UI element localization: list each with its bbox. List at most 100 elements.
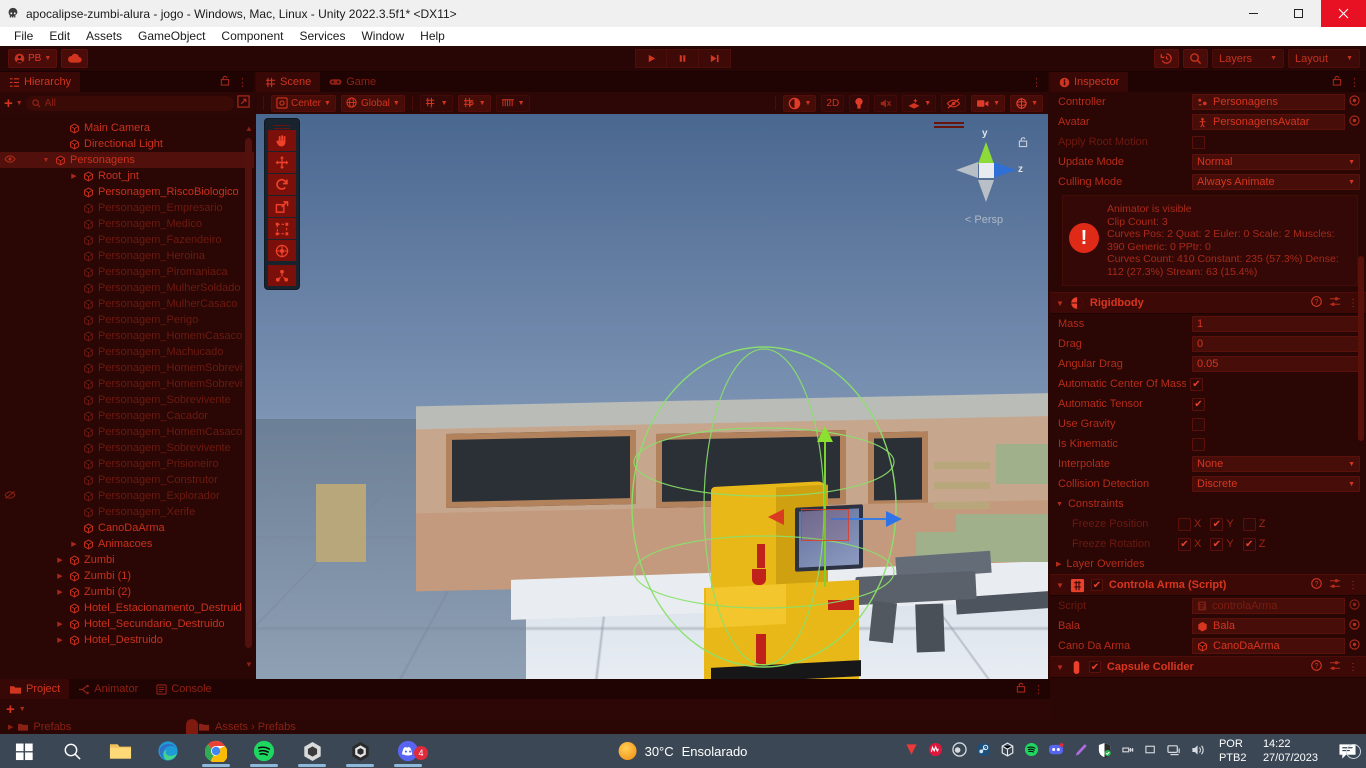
google-chrome-icon[interactable]: [192, 734, 240, 768]
freeze-rotation-z-checkbox[interactable]: ✔: [1242, 537, 1256, 551]
foldout-arrow-icon[interactable]: ▶: [55, 620, 65, 628]
scrollbar-thumb[interactable]: [245, 138, 252, 648]
hierarchy-item[interactable]: Main Camera: [0, 120, 254, 136]
step-button[interactable]: [699, 49, 731, 68]
hierarchy-item[interactable]: Personagem_Empresario: [0, 200, 254, 216]
tab-project[interactable]: Project: [0, 679, 70, 699]
steam-icon[interactable]: [976, 742, 991, 760]
hierarchy-item[interactable]: ▼ Personagens: [0, 152, 254, 168]
rigidbody-component-header[interactable]: ▼ Rigidbody ? ⋮: [1050, 292, 1366, 314]
scene-camera-button[interactable]: ▼: [971, 94, 1006, 112]
hierarchy-item[interactable]: Personagem_Machucado: [0, 344, 254, 360]
gizmos-button[interactable]: ▼: [1010, 94, 1043, 112]
menu-window[interactable]: Window: [353, 27, 412, 46]
hierarchy-item[interactable]: Hotel_Estacionamento_Destruido: [0, 600, 254, 616]
foldout-arrow-icon[interactable]: ▶: [8, 723, 13, 731]
culling-mode-dropdown[interactable]: Always Animate ▼: [1192, 174, 1360, 190]
foldout-arrow-icon[interactable]: ▼: [1056, 581, 1064, 590]
freeze-position-z-checkbox[interactable]: [1242, 517, 1256, 531]
tab-inspector[interactable]: Inspector: [1050, 72, 1129, 92]
scrollbar-thumb[interactable]: [1358, 256, 1364, 441]
menu-gameobject[interactable]: GameObject: [130, 27, 213, 46]
hierarchy-item[interactable]: ▶ Zumbi: [0, 552, 254, 568]
scene-tools-overlay[interactable]: [264, 118, 300, 290]
chevron-down-icon[interactable]: ▼: [16, 100, 23, 107]
hierarchy-item[interactable]: Personagem_Medico: [0, 216, 254, 232]
gizmo-axis-x-handle[interactable]: [886, 511, 902, 527]
pivot-mode-button[interactable]: Center ▼: [271, 94, 336, 112]
hierarchy-item[interactable]: Personagem_Sobrevivente: [0, 440, 254, 456]
hand-tool-icon[interactable]: [268, 130, 296, 151]
layout-dropdown[interactable]: Layout ▼: [1288, 49, 1360, 68]
hierarchy-item[interactable]: Personagem_HomemSobrevivente: [0, 376, 254, 392]
tab-animator[interactable]: Animator: [69, 679, 147, 699]
kebab-menu-icon[interactable]: ⋮: [1348, 298, 1358, 309]
windows-security-icon[interactable]: [1097, 742, 1112, 761]
hierarchy-item[interactable]: ▶ Zumbi (2): [0, 584, 254, 600]
gizmo-drag-handle[interactable]: [934, 122, 964, 124]
collision-detection-dropdown[interactable]: Discrete ▼: [1192, 476, 1360, 492]
gizmo-z-negative[interactable]: [956, 162, 978, 178]
window-close-button[interactable]: [1321, 0, 1366, 27]
constraints-foldout[interactable]: ▼ Constraints: [1050, 494, 1366, 514]
menu-edit[interactable]: Edit: [41, 27, 78, 46]
rotate-tool-icon[interactable]: [268, 174, 296, 195]
usb-icon[interactable]: [1121, 743, 1136, 760]
mass-input[interactable]: 1: [1192, 316, 1360, 332]
gizmo-axis-z-handle[interactable]: [768, 509, 784, 525]
undo-history-button[interactable]: [1154, 49, 1179, 68]
automatic-center-of-mass-checkbox[interactable]: ✔: [1190, 377, 1203, 391]
hierarchy-search-input[interactable]: All: [25, 95, 234, 111]
hierarchy-tree[interactable]: Main Camera Directional Light ▼ Personagens…: [0, 120, 254, 679]
capsule-collider-component-header[interactable]: ▼ ✔ Capsule Collider ? ⋮: [1050, 656, 1366, 678]
taskbar-weather-widget[interactable]: 30°C Ensolarado: [618, 742, 747, 760]
overlay-drag-handle[interactable]: [268, 122, 296, 129]
handle-space-button[interactable]: Global ▼: [340, 94, 405, 112]
project-add-button[interactable]: +: [6, 702, 15, 717]
update-mode-dropdown[interactable]: Normal ▼: [1192, 154, 1360, 170]
custom-tool-icon[interactable]: [268, 265, 296, 286]
help-icon[interactable]: ?: [1311, 660, 1322, 674]
hierarchy-item[interactable]: Personagem_Xerife: [0, 504, 254, 520]
help-icon[interactable]: ?: [1311, 578, 1322, 592]
controla-arma-enabled-checkbox[interactable]: ✔: [1090, 579, 1103, 591]
vivaldi-icon[interactable]: [904, 742, 919, 760]
kebab-menu-icon[interactable]: ⋮: [1348, 580, 1358, 591]
foldout-arrow-icon[interactable]: ▼: [41, 157, 51, 164]
gizmo-z-positive[interactable]: [994, 162, 1016, 178]
grid-snap-button[interactable]: Y ▼: [419, 94, 453, 112]
gizmo-projection-label[interactable]: < Persp: [934, 214, 1034, 226]
capsule-collider-enabled-checkbox[interactable]: ✔: [1088, 661, 1101, 673]
spotify-icon[interactable]: [1024, 742, 1039, 760]
network-icon[interactable]: [1167, 743, 1182, 760]
freeze-position-y-checkbox[interactable]: ✔: [1210, 517, 1224, 531]
controla-arma-component-header[interactable]: ▼ ✔ Controla Arma (Script) ? ⋮: [1050, 574, 1366, 596]
gizmo-y-negative[interactable]: [978, 180, 994, 202]
freeze-rotation-x-checkbox[interactable]: ✔: [1178, 537, 1191, 551]
hierarchy-item[interactable]: Personagem_HomemSobrevivente: [0, 360, 254, 376]
obs-icon[interactable]: [952, 742, 967, 760]
search-button[interactable]: [1183, 49, 1208, 68]
is-kinematic-checkbox[interactable]: [1192, 437, 1205, 451]
search-icon[interactable]: [48, 734, 96, 768]
visibility-off-icon[interactable]: [4, 490, 16, 503]
preset-icon[interactable]: [1329, 660, 1341, 674]
kebab-menu-icon[interactable]: ⋮: [237, 76, 248, 89]
discord-icon[interactable]: [1048, 742, 1064, 760]
hierarchy-item[interactable]: Personagem_RiscoBiologico: [0, 184, 254, 200]
scale-tool-icon[interactable]: [268, 196, 296, 217]
scene-view-gizmo[interactable]: y z < Persp: [934, 120, 1034, 230]
visibility-icon[interactable]: [4, 154, 16, 167]
kebab-menu-icon[interactable]: ⋮: [1031, 76, 1042, 89]
help-icon[interactable]: ?: [1311, 296, 1322, 310]
lock-icon[interactable]: [1332, 75, 1342, 89]
unity-hub-icon[interactable]: [288, 734, 336, 768]
hierarchy-item[interactable]: Personagem_Prisioneiro: [0, 456, 254, 472]
hierarchy-item[interactable]: Personagem_Cacador: [0, 408, 254, 424]
hierarchy-item[interactable]: ▶ Root_jnt: [0, 168, 254, 184]
meetup-icon[interactable]: [928, 742, 943, 760]
foldout-arrow-icon[interactable]: ▼: [1056, 299, 1064, 308]
kebab-menu-icon[interactable]: ⋮: [1348, 662, 1358, 673]
scene-lighting-button[interactable]: [849, 94, 870, 112]
hierarchy-item[interactable]: ▶ Hotel_Secundario_Destruido: [0, 616, 254, 632]
